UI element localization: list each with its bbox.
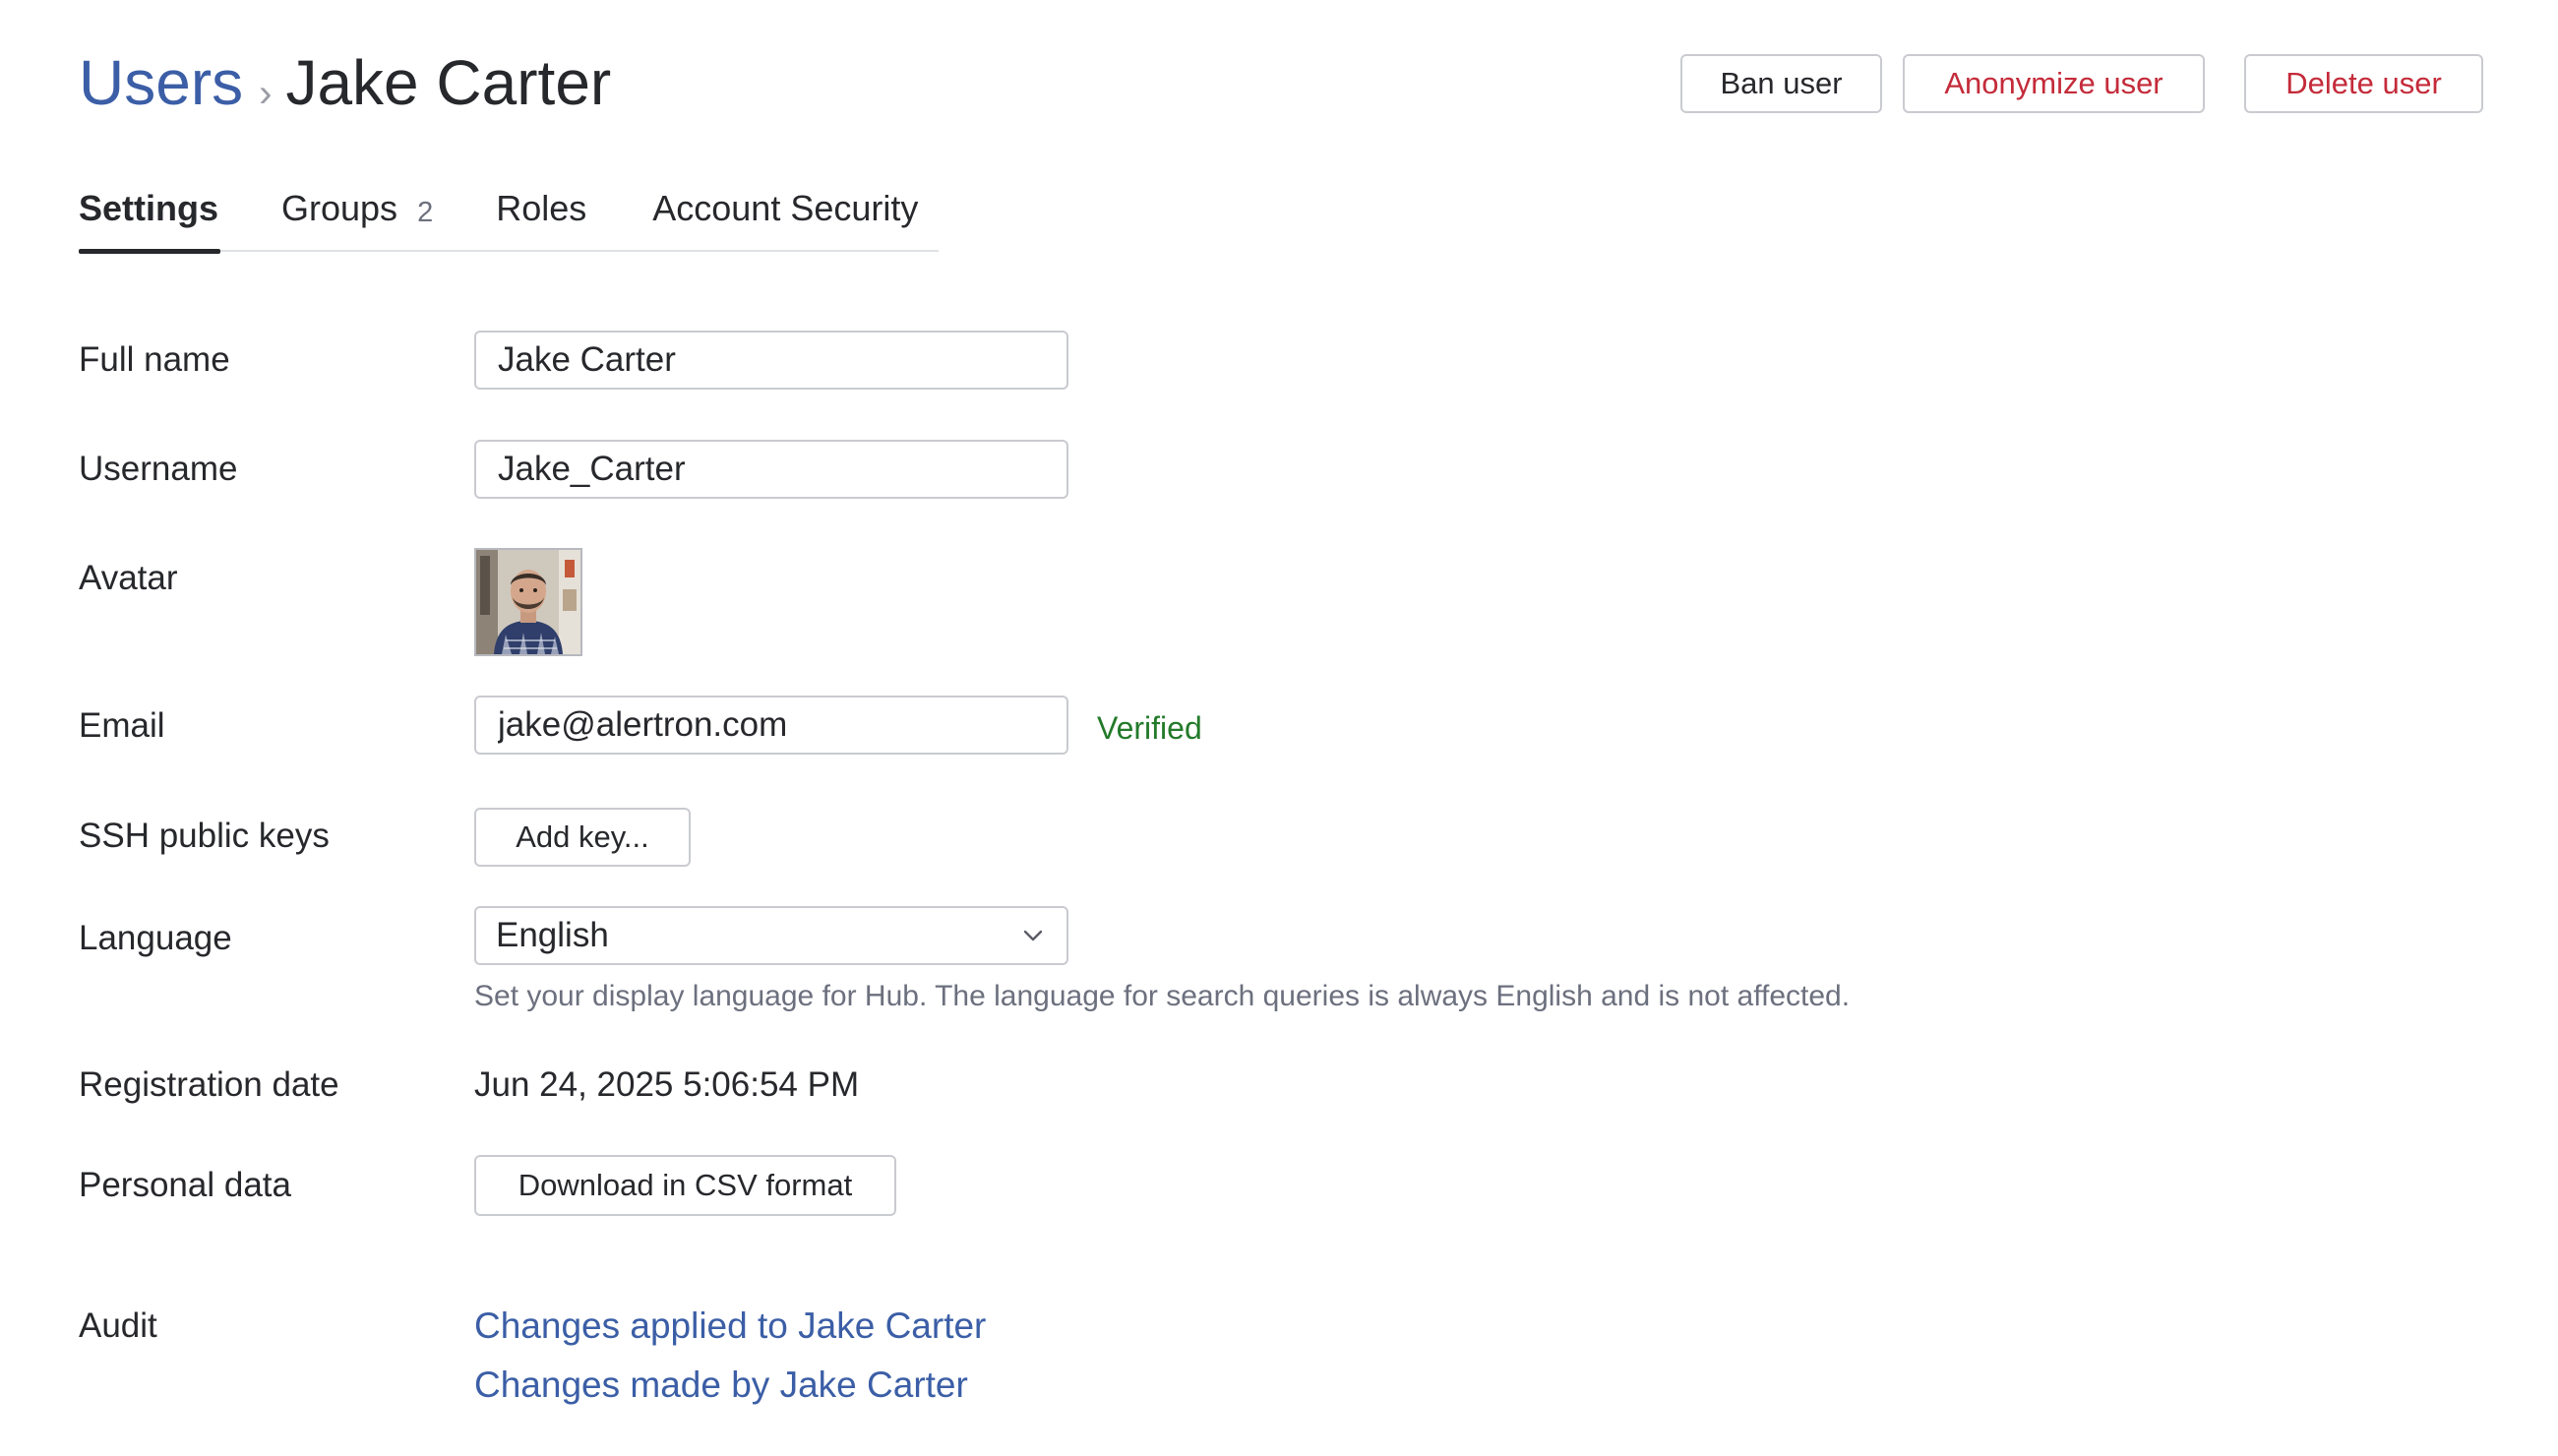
download-csv-button[interactable]: Download in CSV format xyxy=(474,1155,896,1216)
audit-changes-made-link[interactable]: Changes made by Jake Carter xyxy=(474,1363,968,1408)
tab-groups-label: Groups xyxy=(281,188,398,228)
language-selected-value: English xyxy=(496,916,609,954)
groups-count-badge: 2 xyxy=(417,197,434,228)
delete-user-button[interactable]: Delete user xyxy=(2244,54,2483,113)
language-select[interactable]: English xyxy=(474,906,1068,965)
tab-account-security[interactable]: Account Security xyxy=(652,187,918,252)
audit-label: Audit xyxy=(79,1306,157,1345)
language-label: Language xyxy=(79,919,232,957)
breadcrumb: Users › Jake Carter xyxy=(79,43,611,131)
username-label: Username xyxy=(79,450,238,488)
registration-date-value: Jun 24, 2025 5:06:54 PM xyxy=(474,1065,860,1104)
full-name-label: Full name xyxy=(79,340,230,379)
chevron-down-icon xyxy=(1023,930,1043,941)
breadcrumb-users-link[interactable]: Users xyxy=(79,43,243,122)
ssh-keys-label: SSH public keys xyxy=(79,817,330,855)
avatar-photo xyxy=(476,550,580,654)
avatar-label: Avatar xyxy=(79,559,178,597)
email-verified-status: Verified xyxy=(1097,710,1202,746)
ban-user-button[interactable]: Ban user xyxy=(1680,54,1882,113)
user-settings-page: Users › Jake Carter Ban user Anonymize u… xyxy=(0,0,2558,1456)
tab-groups[interactable]: Groups 2 xyxy=(281,187,433,252)
registration-date-label: Registration date xyxy=(79,1065,339,1104)
header-actions: Ban user Anonymize user Delete user xyxy=(1680,54,2483,113)
anonymize-user-button[interactable]: Anonymize user xyxy=(1903,54,2205,113)
add-key-button[interactable]: Add key... xyxy=(474,808,691,867)
personal-data-label: Personal data xyxy=(79,1166,291,1204)
tab-roles-label: Roles xyxy=(496,188,587,228)
page-title: Jake Carter xyxy=(285,47,612,118)
tab-settings[interactable]: Settings xyxy=(79,187,220,254)
tab-roles[interactable]: Roles xyxy=(496,187,586,252)
avatar[interactable] xyxy=(474,548,582,656)
tab-bar: Settings Groups 2 Roles Account Security xyxy=(79,187,939,254)
username-field[interactable] xyxy=(474,440,1068,499)
language-hint: Set your display language for Hub. The l… xyxy=(474,980,1851,1012)
audit-changes-applied-link[interactable]: Changes applied to Jake Carter xyxy=(474,1304,986,1349)
full-name-field[interactable] xyxy=(474,331,1068,390)
email-field[interactable] xyxy=(474,696,1068,755)
email-label: Email xyxy=(79,706,165,745)
tab-settings-label: Settings xyxy=(79,188,219,228)
tab-account-security-label: Account Security xyxy=(652,188,919,228)
breadcrumb-separator: › xyxy=(259,72,273,115)
